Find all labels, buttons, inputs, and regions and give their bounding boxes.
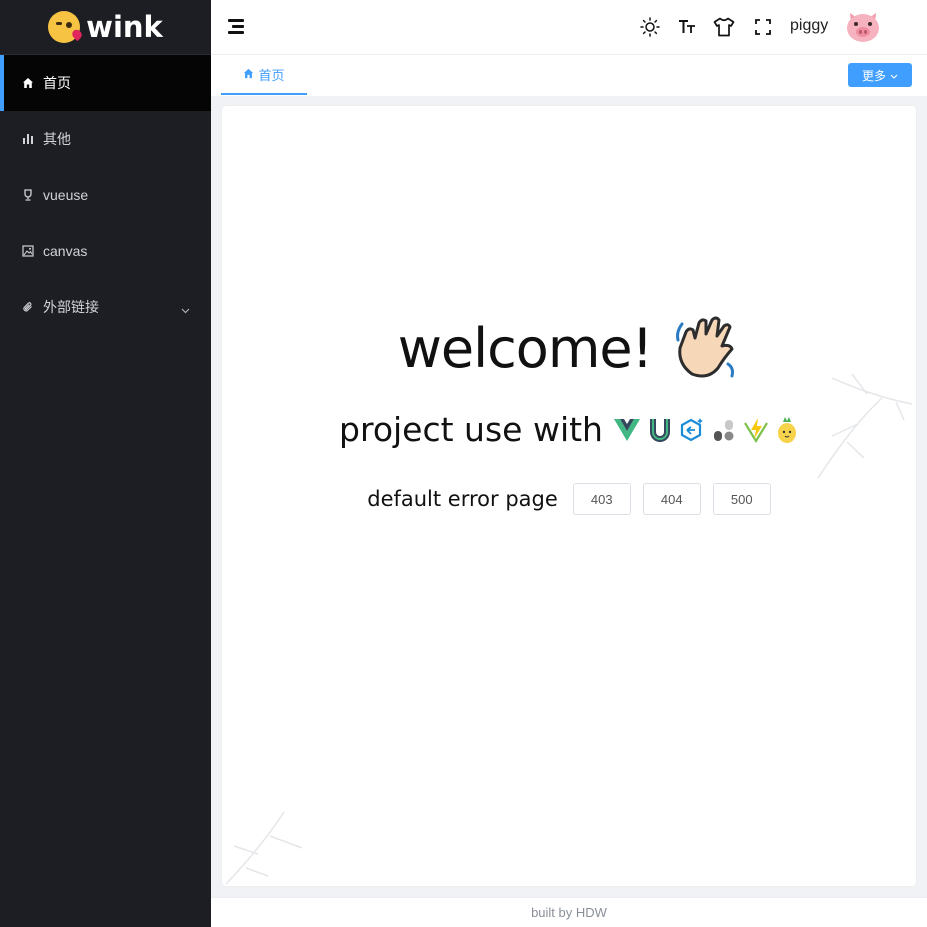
logo-text: wink — [86, 10, 163, 44]
tshirt-icon[interactable] — [713, 16, 735, 38]
waving-hand-icon — [672, 314, 740, 382]
chevron-down-icon — [181, 301, 190, 314]
tab-home[interactable]: 首页 — [221, 55, 307, 95]
sidebar-item-other[interactable]: 其他 — [0, 111, 211, 167]
sidebar-item-label: canvas — [43, 243, 88, 259]
vue-icon[interactable] — [613, 417, 641, 443]
vueuse-icon[interactable] — [711, 417, 737, 443]
sidebar-item-label: 首页 — [43, 75, 71, 91]
paperclip-icon — [21, 300, 35, 314]
home-icon — [21, 76, 35, 90]
welcome-text: welcome! — [397, 316, 654, 380]
top-header: piggy — [211, 0, 927, 55]
project-text: project use with — [339, 410, 603, 449]
fullscreen-icon[interactable] — [752, 16, 774, 38]
sidebar-item-home[interactable]: 首页 — [0, 55, 211, 111]
more-label: 更多 — [861, 68, 886, 83]
sidebar-item-vueuse[interactable]: vueuse — [0, 167, 211, 223]
hamburger-icon[interactable] — [228, 19, 246, 35]
main-card: welcome! project use with default error … — [222, 106, 916, 886]
sidebar-item-external-links[interactable]: 外部链接 — [0, 279, 211, 335]
chevron-down-icon — [890, 68, 898, 82]
project-line: project use with — [222, 410, 916, 449]
kissing-face-icon — [48, 11, 84, 43]
bar-chart-icon — [21, 132, 35, 146]
error-pages: default error page 403 404 500 — [222, 483, 916, 515]
esbuild-icon[interactable] — [679, 417, 705, 443]
footer-text: built by HDW — [531, 905, 607, 920]
branch-decoration — [225, 811, 303, 885]
error-403-button[interactable]: 403 — [572, 483, 631, 515]
sidebar-item-label: 外部链接 — [43, 299, 99, 315]
username[interactable]: piggy — [790, 17, 828, 35]
pinia-icon[interactable] — [775, 416, 799, 444]
sidebar-item-label: vueuse — [43, 187, 89, 203]
sidebar-item-canvas[interactable]: canvas — [0, 223, 211, 279]
pig-avatar-icon[interactable] — [845, 10, 881, 44]
font-size-icon[interactable] — [676, 16, 698, 38]
welcome-heading: welcome! — [222, 314, 916, 382]
sidebar-item-label: 其他 — [43, 131, 71, 147]
logo[interactable]: wink — [0, 0, 211, 55]
error-500-button[interactable]: 500 — [712, 483, 771, 515]
tab-label: 首页 — [258, 67, 285, 83]
tabs-bar: 首页 更多 — [211, 55, 927, 96]
error-404-button[interactable]: 404 — [642, 483, 701, 515]
vite-icon[interactable] — [743, 417, 769, 443]
footer: built by HDW — [211, 897, 927, 927]
errors-label: default error page — [367, 487, 558, 511]
home-icon — [243, 67, 254, 82]
more-button[interactable]: 更多 — [848, 63, 912, 87]
unocss-icon[interactable] — [647, 417, 673, 443]
sun-icon[interactable] — [639, 16, 661, 38]
trophy-icon — [21, 188, 35, 202]
sidebar: wink 首页 其他 vueuse canvas 外部链接 — [0, 0, 211, 927]
image-icon — [21, 244, 35, 258]
